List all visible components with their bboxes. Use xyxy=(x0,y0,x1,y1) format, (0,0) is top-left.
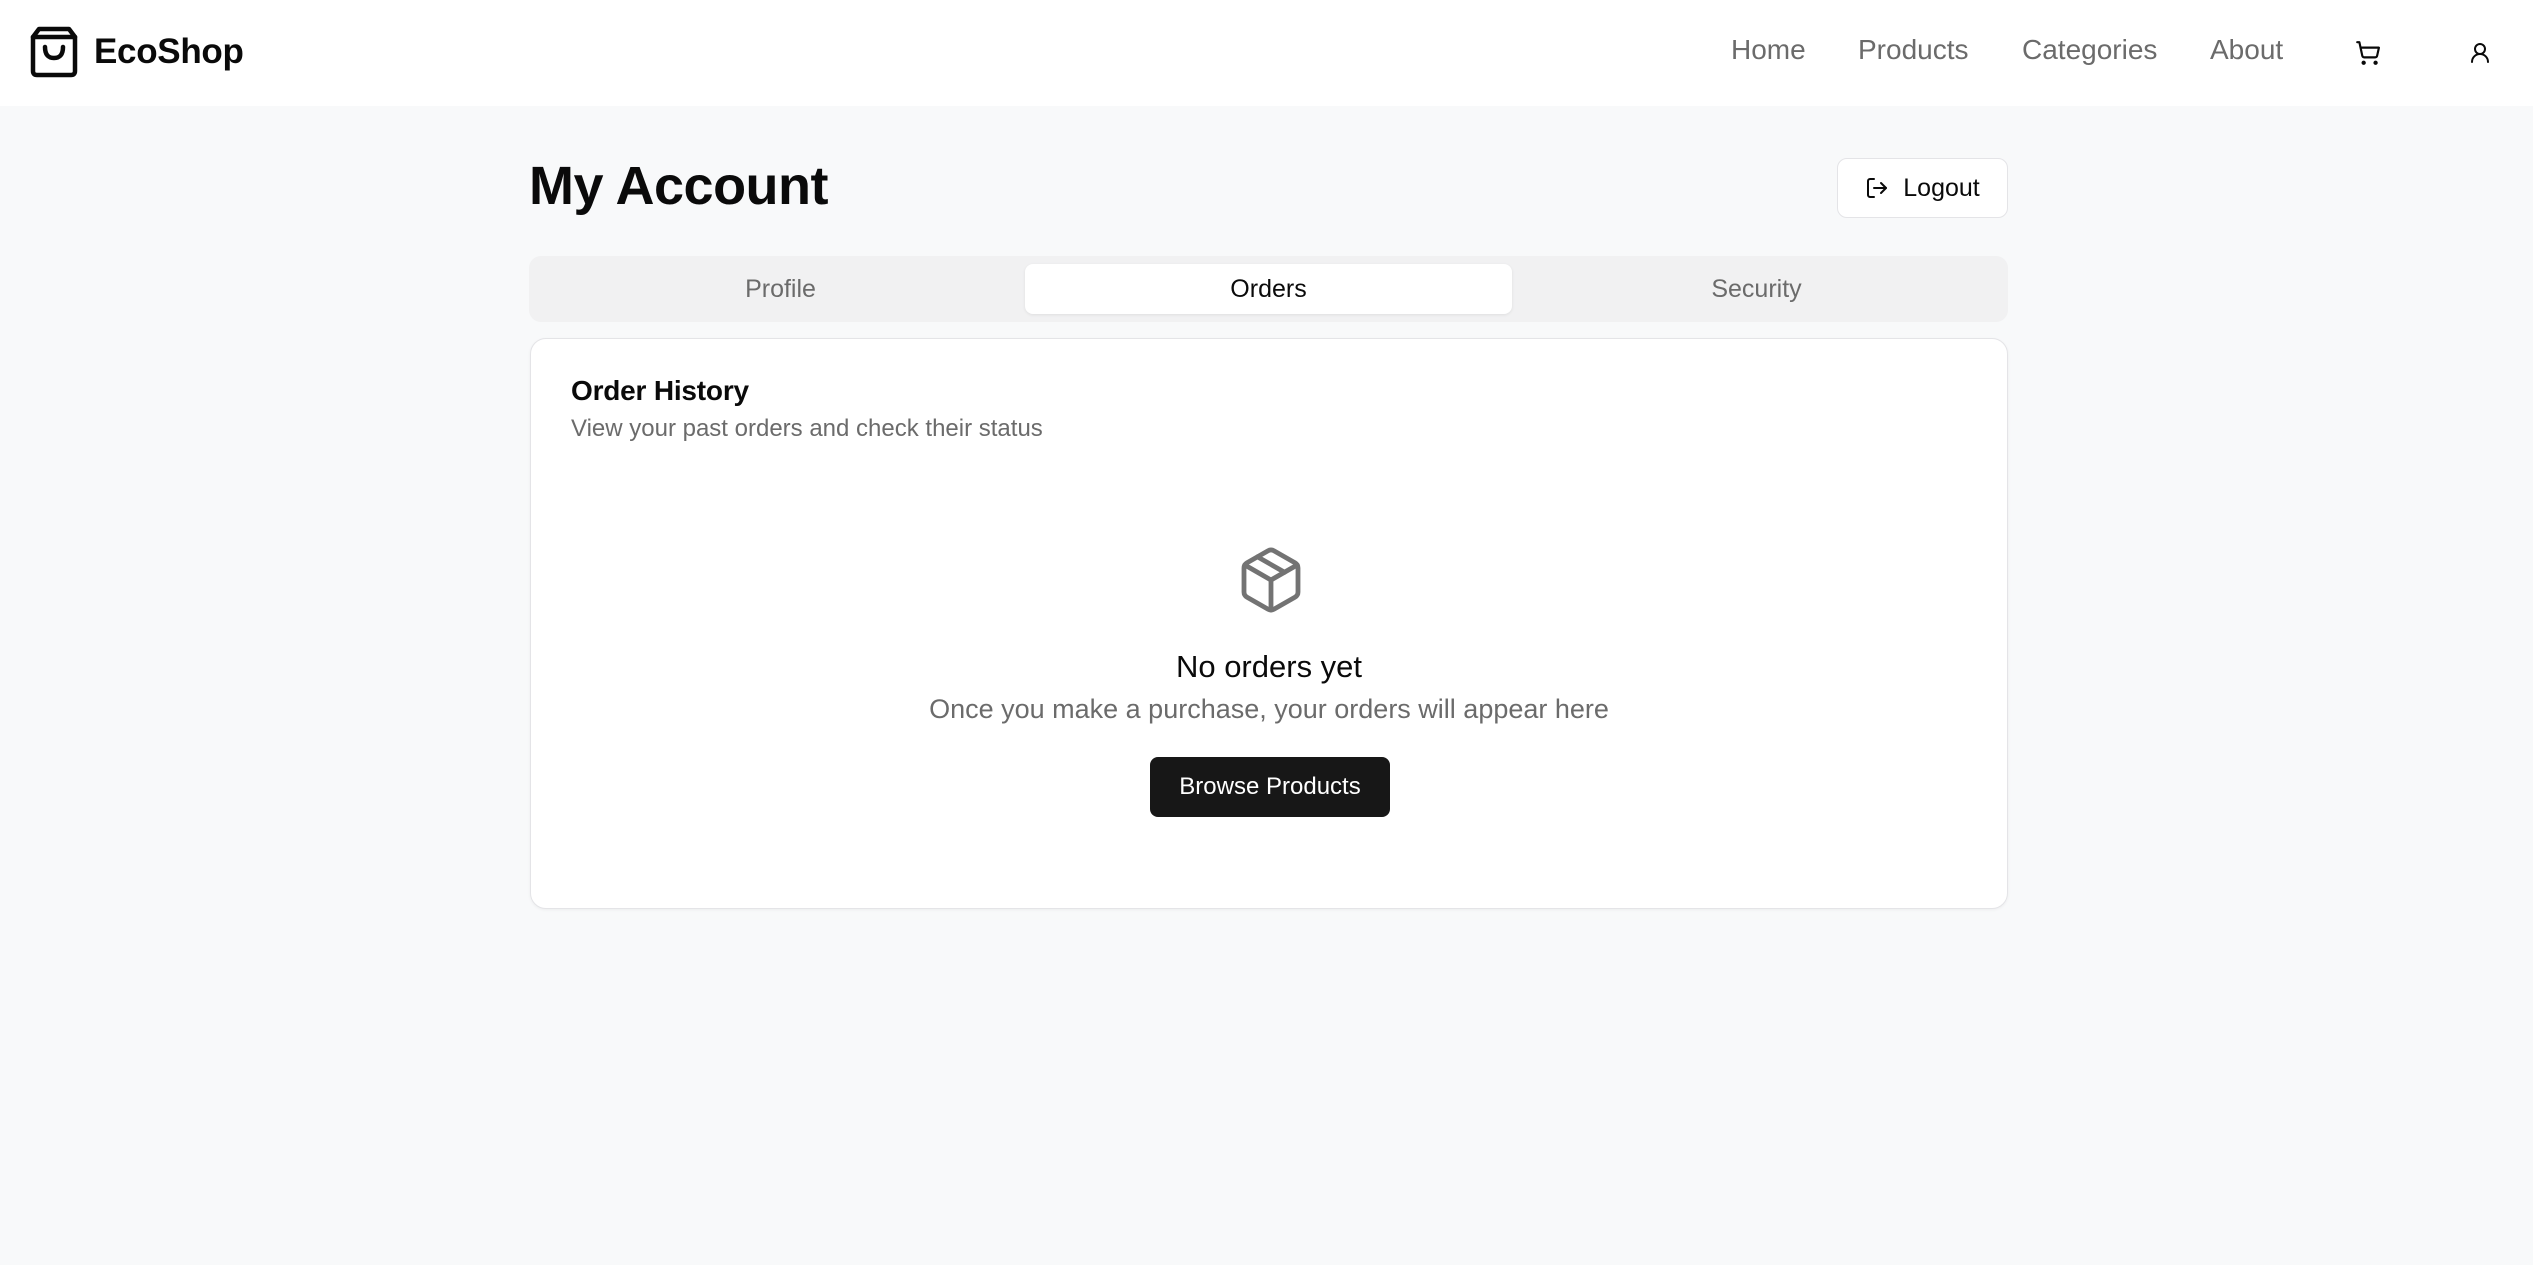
card-subtitle: View your past orders and check their st… xyxy=(571,415,1043,442)
nav-link-categories[interactable]: Categories xyxy=(2022,34,2157,66)
top-navbar: EcoShop Home Products Categories About xyxy=(0,0,2533,106)
brand-name: EcoShop xyxy=(94,32,244,71)
cart-button[interactable] xyxy=(2348,33,2388,73)
package-icon xyxy=(1241,547,1301,613)
cart-icon xyxy=(2356,41,2381,65)
order-history-card: Order History View your past orders and … xyxy=(530,338,2008,909)
tab-orders[interactable]: Orders xyxy=(1025,264,1512,314)
shopping-bag-icon xyxy=(30,26,78,78)
nav-link-home[interactable]: Home xyxy=(1731,34,1806,66)
tab-security[interactable]: Security xyxy=(1513,264,2000,314)
user-icon xyxy=(2471,43,2489,63)
empty-state-title: No orders yet xyxy=(1175,649,1363,684)
nav-link-products[interactable]: Products xyxy=(1858,34,1969,66)
account-tabs: Profile Orders Security xyxy=(529,256,2008,322)
empty-state-text: Once you make a purchase, your orders wi… xyxy=(929,694,1609,724)
brand-logo[interactable]: EcoShop xyxy=(30,25,244,79)
logout-button[interactable]: Logout xyxy=(1837,158,2008,218)
browse-products-button[interactable]: Browse Products xyxy=(1150,757,1390,817)
logout-label: Logout xyxy=(1903,173,1980,202)
tab-profile[interactable]: Profile xyxy=(537,264,1024,314)
card-title: Order History xyxy=(571,375,749,406)
logout-icon xyxy=(1867,178,1888,198)
nav-link-about[interactable]: About xyxy=(2210,34,2283,66)
page-title: My Account xyxy=(529,156,829,216)
user-account-button[interactable] xyxy=(2460,33,2500,73)
